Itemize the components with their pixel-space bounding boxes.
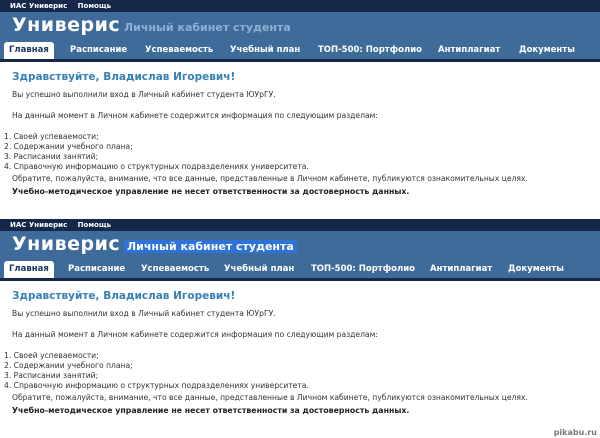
main-content: Здравствуйте, Владислав Игоревич! Вы усп… xyxy=(0,62,592,198)
sections-list: 1. Своей успеваемости; 2. Содержании уче… xyxy=(4,132,592,172)
tab-main[interactable]: Главная xyxy=(4,42,54,59)
tab-top500-portfolio[interactable]: ТОП-500: Портфолио xyxy=(311,261,415,278)
tab-main[interactable]: Главная xyxy=(4,261,54,278)
cabinet-title-selected[interactable]: Личный кабинет студента xyxy=(124,240,297,253)
tab-antiplagiat[interactable]: Антиплагиат xyxy=(430,261,492,278)
tab-antiplagiat[interactable]: Антиплагиат xyxy=(438,42,500,59)
login-message: Вы успешно выполнили вход в Личный кабин… xyxy=(12,309,276,318)
notice-text: Обратите, пожалуйста, внимание, что все … xyxy=(12,174,528,183)
sections-intro: На данный момент в Личном кабинете содер… xyxy=(12,111,378,120)
notice-text: Обратите, пожалуйста, внимание, что все … xyxy=(12,393,528,402)
tab-grades[interactable]: Успеваемость xyxy=(141,261,209,278)
tab-schedule[interactable]: Расписание xyxy=(70,42,127,59)
greeting-heading: Здравствуйте, Владислав Игоревич! xyxy=(12,290,236,302)
list-item: 2. Содержании учебного плана; xyxy=(4,361,133,370)
top-links-bar: ИАС Универис Помощь xyxy=(0,219,600,231)
tab-study-plan[interactable]: Учебный план xyxy=(230,42,300,59)
tab-documents[interactable]: Документы xyxy=(508,261,564,278)
link-ias-univeris[interactable]: ИАС Универис xyxy=(10,221,67,229)
link-help[interactable]: Помощь xyxy=(78,2,111,10)
list-item: 4. Справочную информацию о структурных п… xyxy=(4,381,309,390)
portal-page-top: ИАС Универис Помощь Универис Личный каби… xyxy=(0,0,600,219)
list-item: 1. Своей успеваемости; xyxy=(4,132,99,141)
sections-list: 1. Своей успеваемости; 2. Содержании уче… xyxy=(4,351,592,391)
disclaimer-text: Учебно-методическое управление не несет … xyxy=(12,406,410,415)
tab-schedule[interactable]: Расписание xyxy=(68,261,125,278)
list-item: 2. Содержании учебного плана; xyxy=(4,142,133,151)
main-content: Здравствуйте, Владислав Игоревич! Вы усп… xyxy=(0,281,592,417)
greeting-heading: Здравствуйте, Владислав Игоревич! xyxy=(12,71,236,83)
tab-top500-portfolio[interactable]: ТОП-500: Портфолио xyxy=(318,42,422,59)
login-message: Вы успешно выполнили вход в Личный кабин… xyxy=(12,90,276,99)
disclaimer-text: Учебно-методическое управление не несет … xyxy=(12,187,410,196)
pikabu-watermark: pikabu.ru xyxy=(553,428,597,437)
list-item: 4. Справочную информацию о структурных п… xyxy=(4,162,309,171)
nav-tabs: Главная Расписание Успеваемость Учебный … xyxy=(0,261,600,281)
link-help[interactable]: Помощь xyxy=(78,221,111,229)
link-ias-univeris[interactable]: ИАС Универис xyxy=(10,2,67,10)
list-item: 1. Своей успеваемости; xyxy=(4,351,99,360)
cabinet-title: Личный кабинет студента xyxy=(124,21,291,34)
tab-documents[interactable]: Документы xyxy=(519,42,575,59)
tab-grades[interactable]: Успеваемость xyxy=(145,42,213,59)
univeris-logo[interactable]: Универис xyxy=(12,14,120,36)
list-item: 3. Расписании занятий; xyxy=(4,152,99,161)
site-header: Универис Личный кабинет студента xyxy=(0,231,600,261)
top-links-bar: ИАС Универис Помощь xyxy=(0,0,600,12)
tab-study-plan[interactable]: Учебный план xyxy=(224,261,294,278)
site-header: Универис Личный кабинет студента xyxy=(0,12,600,42)
list-item: 3. Расписании занятий; xyxy=(4,371,99,380)
nav-tabs: Главная Расписание Успеваемость Учебный … xyxy=(0,42,600,62)
sections-intro: На данный момент в Личном кабинете содер… xyxy=(12,330,378,339)
portal-page-bottom: ИАС Универис Помощь Универис Личный каби… xyxy=(0,219,600,438)
univeris-logo[interactable]: Универис xyxy=(12,233,120,255)
